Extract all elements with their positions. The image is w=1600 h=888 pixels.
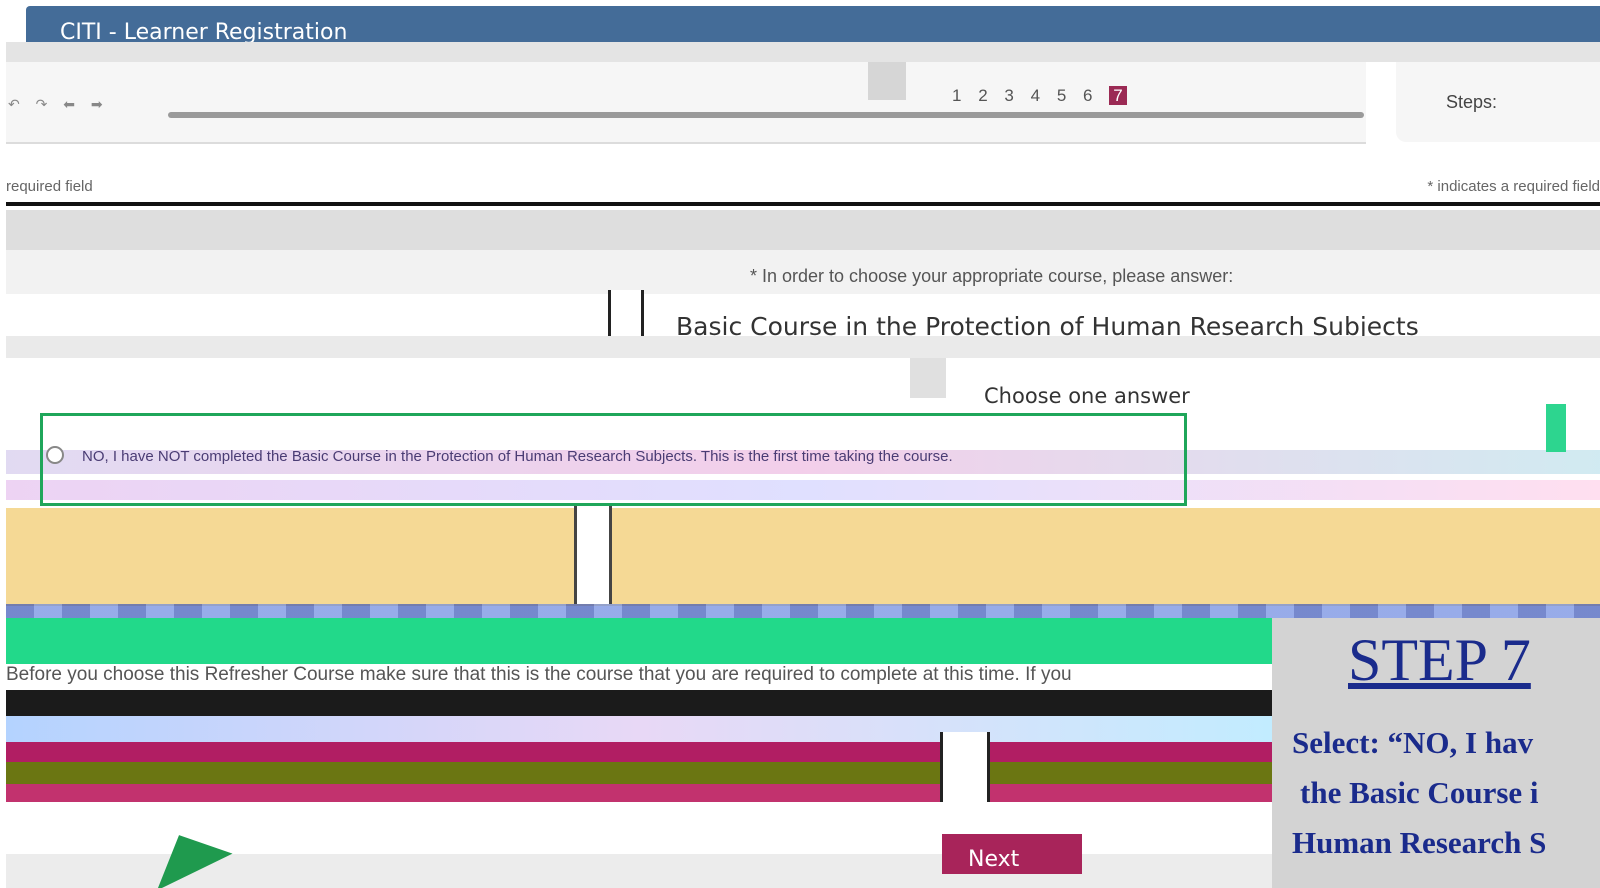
required-note-left: required field <box>6 178 93 195</box>
choose-separator <box>910 358 946 398</box>
steps-panel <box>1396 62 1600 142</box>
option-side-marker <box>1546 404 1566 452</box>
refresher-band-pink <box>6 784 1272 802</box>
instruction-line-2: the Basic Course i <box>1300 775 1539 810</box>
question-label: * In order to choose your appropriate co… <box>750 266 1234 286</box>
refresher-text: Before you choose this Refresher Course … <box>6 664 1072 685</box>
notice-band <box>6 508 1600 606</box>
step-link-active[interactable]: 7 <box>1109 86 1127 105</box>
nav-separator <box>868 62 906 100</box>
step-link-5[interactable]: 5 <box>1057 86 1066 105</box>
step-link-3[interactable]: 3 <box>1004 86 1013 105</box>
section-divider <box>6 202 1600 206</box>
header-band <box>6 42 1600 62</box>
step-link-2[interactable]: 2 <box>978 86 987 105</box>
step-link-1[interactable]: 1 <box>952 86 961 105</box>
nav-scrollbar[interactable] <box>168 112 1364 118</box>
instruction-line-1: Select: “NO, I hav <box>1292 725 1534 760</box>
option-highlight-box <box>40 413 1187 506</box>
question-divider <box>608 290 644 336</box>
nav-tools[interactable]: ↶ ↷ ⬅ ➡ <box>8 96 109 113</box>
refresher-detail-band <box>6 690 1272 716</box>
refresher-band-olive <box>6 762 1272 784</box>
refresher-option-band[interactable] <box>6 618 1272 664</box>
steps-label: Steps: <box>1446 92 1498 112</box>
step-link-6[interactable]: 6 <box>1083 86 1092 105</box>
refresher-divider <box>940 732 990 802</box>
instruction-step-title: STEP 7 <box>1348 627 1531 693</box>
required-note-right: * indicates a required field <box>1427 178 1600 195</box>
required-note-row: required field * indicates a required fi… <box>6 176 1600 202</box>
instruction-body: Select: “NO, I hav the Basic Course i Hu… <box>1292 718 1546 868</box>
navigation-bar <box>6 62 1366 144</box>
steps-indicator: 1 2 3 4 5 6 7 <box>952 86 1139 106</box>
notice-divider <box>574 506 612 604</box>
instruction-panel: STEP 7 Select: “NO, I hav the Basic Cour… <box>1272 618 1600 888</box>
instruction-line-3: Human Research S <box>1292 825 1547 860</box>
refresher-detail-band-light <box>6 716 1272 742</box>
answer-header-band <box>6 336 1600 358</box>
choose-label: Choose one answer <box>984 384 1190 408</box>
refresher-band-magenta <box>6 742 1272 762</box>
step-link-4[interactable]: 4 <box>1031 86 1040 105</box>
section-header <box>6 210 1600 250</box>
next-button[interactable]: Next <box>942 834 1082 874</box>
notice-underline <box>6 604 1600 618</box>
